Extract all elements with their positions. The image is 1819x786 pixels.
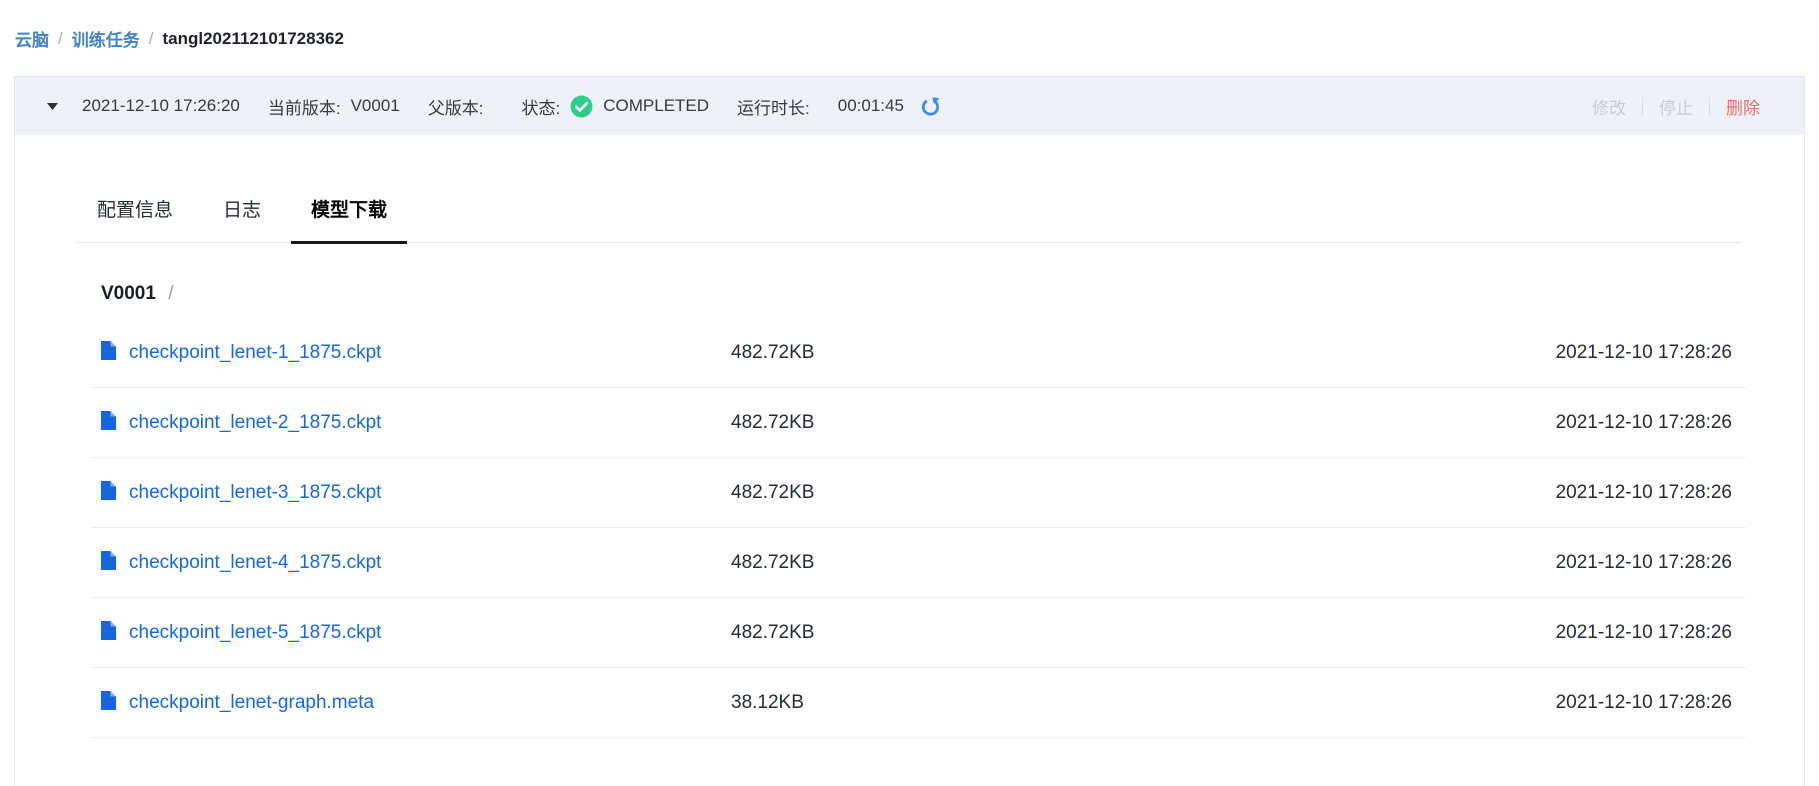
path-separator: / — [168, 283, 173, 304]
stop-button[interactable]: 停止 — [1643, 94, 1709, 119]
file-date: 2021-12-10 17:28:26 — [1452, 552, 1732, 574]
task-panel: 2021-12-10 17:26:20 当前版本: V0001 父版本: 状态:… — [14, 76, 1805, 786]
file-row: checkpoint_lenet-4_1875.ckpt 482.72KB 20… — [91, 528, 1746, 598]
file-size: 482.72KB — [731, 342, 1452, 364]
file-row: checkpoint_lenet-graph.meta 38.12KB 2021… — [91, 668, 1746, 738]
file-row: checkpoint_lenet-2_1875.ckpt 482.72KB 20… — [91, 388, 1746, 458]
refresh-icon[interactable] — [920, 96, 941, 117]
file-link[interactable]: checkpoint_lenet-4_1875.ckpt — [129, 552, 381, 574]
duration-label: 运行时长: — [737, 94, 810, 119]
version-path-root: V0001 — [101, 283, 156, 304]
file-link[interactable]: checkpoint_lenet-graph.meta — [129, 692, 374, 714]
task-header-bar: 2021-12-10 17:26:20 当前版本: V0001 父版本: 状态:… — [15, 77, 1804, 135]
collapse-caret-icon[interactable] — [47, 103, 58, 110]
file-table: checkpoint_lenet-1_1875.ckpt 482.72KB 20… — [91, 318, 1746, 738]
tab-logs[interactable]: 日志 — [203, 195, 281, 242]
file-date: 2021-12-10 17:28:26 — [1452, 692, 1732, 714]
breadcrumb-separator: / — [149, 29, 154, 49]
breadcrumb-link-training-tasks[interactable]: 训练任务 — [72, 26, 140, 51]
file-icon — [101, 691, 116, 715]
tab-bar: 配置信息 日志 模型下载 — [77, 135, 1742, 243]
file-link[interactable]: checkpoint_lenet-3_1875.ckpt — [129, 482, 381, 504]
status-check-icon — [570, 95, 593, 118]
breadcrumb-current-task: tangl202112101728362 — [162, 29, 344, 49]
file-size: 38.12KB — [731, 692, 1452, 714]
file-size: 482.72KB — [731, 482, 1452, 504]
file-size: 482.72KB — [731, 412, 1452, 434]
delete-button[interactable]: 删除 — [1710, 94, 1776, 119]
file-size: 482.72KB — [731, 552, 1452, 574]
modify-button[interactable]: 修改 — [1576, 94, 1642, 119]
file-row: checkpoint_lenet-5_1875.ckpt 482.72KB 20… — [91, 598, 1746, 668]
version-path: V0001 / — [101, 283, 1804, 305]
breadcrumb: 云脑 / 训练任务 / tangl202112101728362 — [15, 26, 344, 51]
file-link[interactable]: checkpoint_lenet-2_1875.ckpt — [129, 412, 381, 434]
status-label: 状态: — [522, 94, 561, 119]
file-row: checkpoint_lenet-1_1875.ckpt 482.72KB 20… — [91, 318, 1746, 388]
task-created-time: 2021-12-10 17:26:20 — [82, 96, 240, 116]
file-icon — [101, 481, 116, 505]
current-version-value: V0001 — [351, 96, 400, 116]
file-row: checkpoint_lenet-3_1875.ckpt 482.72KB 20… — [91, 458, 1746, 528]
file-date: 2021-12-10 17:28:26 — [1452, 482, 1732, 504]
file-icon — [101, 551, 116, 575]
tab-model-download[interactable]: 模型下载 — [291, 195, 407, 242]
current-version-label: 当前版本: — [268, 94, 341, 119]
duration-value: 00:01:45 — [838, 96, 904, 116]
breadcrumb-separator: / — [58, 29, 63, 49]
parent-version-label: 父版本: — [428, 94, 484, 119]
file-icon — [101, 411, 116, 435]
file-date: 2021-12-10 17:28:26 — [1452, 342, 1732, 364]
file-link[interactable]: checkpoint_lenet-1_1875.ckpt — [129, 342, 381, 364]
breadcrumb-link-cloudbrain[interactable]: 云脑 — [15, 26, 49, 51]
task-actions: 修改 停止 删除 — [1576, 94, 1776, 119]
file-link[interactable]: checkpoint_lenet-5_1875.ckpt — [129, 622, 381, 644]
file-icon — [101, 341, 116, 365]
status-value: COMPLETED — [603, 96, 709, 116]
file-icon — [101, 621, 116, 645]
file-size: 482.72KB — [731, 622, 1452, 644]
file-date: 2021-12-10 17:28:26 — [1452, 622, 1732, 644]
tab-config-info[interactable]: 配置信息 — [77, 195, 193, 242]
file-date: 2021-12-10 17:28:26 — [1452, 412, 1732, 434]
